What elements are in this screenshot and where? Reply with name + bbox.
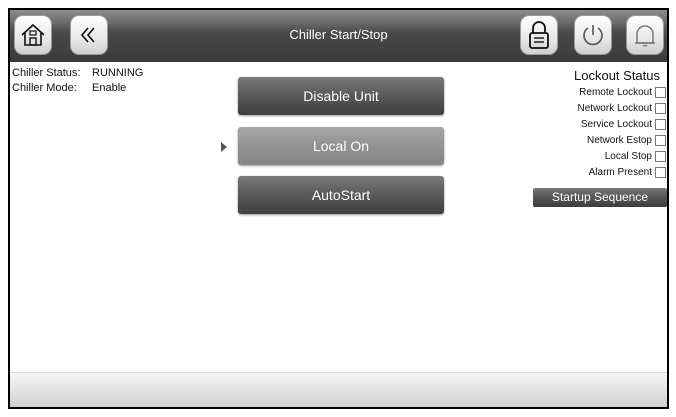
chiller-mode-row: Chiller Mode: Enable (12, 81, 143, 96)
startup-sequence-button[interactable]: Startup Sequence (533, 188, 667, 207)
local-on-button[interactable]: Local On (238, 127, 444, 165)
alarm-present-checkbox (655, 166, 666, 178)
lockout-label: Network Estop (586, 134, 652, 146)
top-bar: Chiller Start/Stop (10, 10, 667, 62)
lockout-label: Remote Lockout (579, 86, 652, 98)
chiller-status-label: Chiller Status: (12, 67, 81, 79)
chiller-status-value: RUNNING (92, 67, 144, 79)
lockout-status-title: Lockout Status (574, 68, 660, 83)
alarm-button[interactable] (626, 15, 664, 55)
power-button[interactable] (574, 15, 612, 55)
power-icon (583, 25, 603, 46)
lockout-label: Network Lockout (577, 102, 652, 114)
lockout-label: Service Lockout (580, 118, 652, 130)
chiller-mode-label: Chiller Mode: (12, 82, 77, 94)
lockout-row-service: Service Lockout (506, 116, 666, 132)
chiller-status-row: Chiller Status: RUNNING (12, 66, 143, 81)
page-title: Chiller Start/Stop (289, 27, 388, 42)
app-frame: Chiller Start/Stop Chiller Status: RUNNI… (8, 8, 669, 409)
disable-unit-button[interactable]: Disable Unit (238, 77, 444, 115)
bottom-bar (10, 372, 667, 407)
autostart-button[interactable]: AutoStart (238, 176, 444, 214)
lockout-row-network: Network Lockout (506, 100, 666, 116)
lockout-row-local-stop: Local Stop (506, 148, 666, 164)
lockout-row-network-estop: Network Estop (506, 132, 666, 148)
lockout-status-panel: Lockout Status Remote Lockout Network Lo… (506, 67, 666, 180)
lock-button[interactable] (520, 15, 558, 55)
lockout-label: Local Stop (604, 150, 652, 162)
lockout-row-alarm: Alarm Present (506, 164, 666, 180)
service-lockout-checkbox (655, 118, 666, 130)
network-estop-checkbox (655, 134, 666, 146)
local-stop-checkbox (655, 150, 666, 162)
chiller-status-panel: Chiller Status: RUNNING Chiller Mode: Enab… (12, 66, 143, 96)
lockout-row-remote: Remote Lockout (506, 84, 666, 100)
chiller-mode-value: Enable (92, 82, 127, 94)
selection-pointer-icon (221, 142, 227, 152)
lock-icon (529, 21, 549, 49)
bell-icon (635, 25, 655, 47)
lockout-label: Alarm Present (588, 166, 652, 178)
remote-lockout-checkbox (655, 86, 666, 98)
network-lockout-checkbox (655, 102, 666, 114)
